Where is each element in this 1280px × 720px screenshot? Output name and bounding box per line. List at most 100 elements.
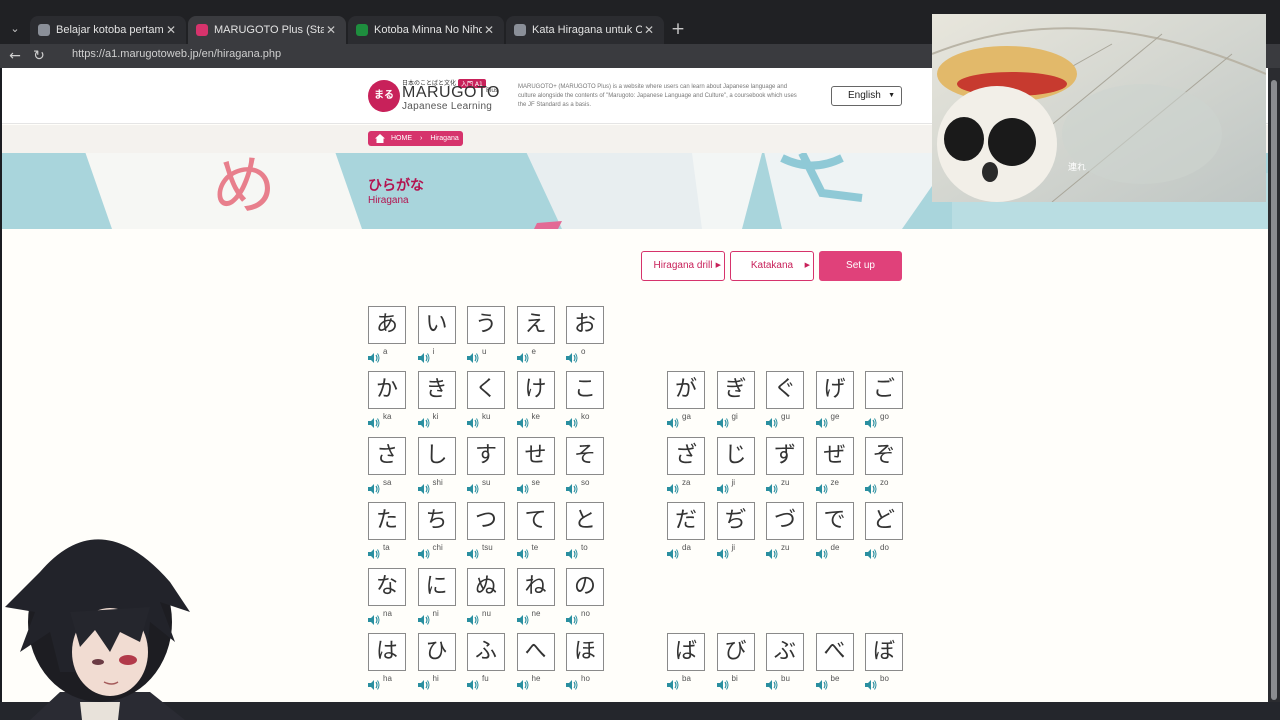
speaker-icon[interactable] (667, 413, 679, 429)
kana-character-button[interactable]: ぎ (716, 371, 755, 410)
kana-character-button[interactable]: づ (766, 502, 804, 541)
new-tab-button[interactable]: + (670, 20, 686, 38)
kana-character-button[interactable]: か (368, 371, 406, 410)
kana-character-button[interactable]: き (417, 371, 456, 410)
speaker-icon[interactable] (516, 348, 529, 363)
speaker-icon[interactable] (417, 348, 430, 363)
speaker-icon[interactable] (766, 675, 778, 690)
speaker-icon[interactable] (667, 544, 679, 560)
speaker-icon[interactable] (467, 675, 479, 690)
marugoto-logo-icon[interactable]: まる (368, 80, 400, 112)
kana-character-button[interactable]: だ (667, 502, 705, 541)
tab-search-chevron-icon[interactable]: ⌄ (6, 20, 24, 38)
speaker-icon[interactable] (716, 413, 729, 429)
speaker-icon[interactable] (566, 675, 578, 690)
speaker-icon[interactable] (467, 610, 479, 625)
speaker-icon[interactable] (467, 544, 479, 560)
speaker-icon[interactable] (368, 544, 380, 560)
speaker-icon[interactable] (467, 479, 479, 494)
speaker-icon[interactable] (865, 675, 877, 690)
close-tab-icon[interactable]: ✕ (324, 23, 338, 37)
kana-character-button[interactable]: え (516, 306, 555, 344)
katakana-button[interactable]: Katakana ▶ (730, 251, 814, 281)
kana-character-button[interactable]: に (417, 567, 456, 606)
speaker-icon[interactable] (815, 479, 828, 494)
speaker-icon[interactable] (516, 544, 529, 560)
speaker-icon[interactable] (368, 413, 380, 429)
kana-character-button[interactable]: ち (417, 502, 456, 541)
speaker-icon[interactable] (716, 479, 729, 494)
page-scrollbar[interactable] (1268, 68, 1280, 702)
kana-character-button[interactable]: ふ (467, 633, 505, 671)
kana-character-button[interactable]: じ (716, 436, 755, 475)
kana-character-button[interactable]: ぬ (467, 567, 505, 606)
kana-character-button[interactable]: ざ (667, 436, 705, 475)
tab-kotoba-minna[interactable]: Kotoba Minna No Nihongo Bab 1 ✕ (348, 16, 504, 44)
kana-character-button[interactable]: あ (368, 306, 406, 344)
kana-character-button[interactable]: う (467, 306, 505, 344)
speaker-icon[interactable] (667, 675, 679, 690)
kana-character-button[interactable]: と (566, 502, 604, 541)
speaker-icon[interactable] (566, 610, 578, 625)
kana-character-button[interactable]: ど (865, 502, 903, 541)
close-tab-icon[interactable]: ✕ (482, 23, 496, 37)
speaker-icon[interactable] (865, 544, 877, 560)
kana-character-button[interactable]: せ (516, 436, 555, 475)
kana-character-button[interactable]: て (516, 502, 555, 541)
address-bar[interactable]: https://a1.marugotoweb.jp/en/hiragana.ph… (72, 48, 281, 60)
kana-character-button[interactable]: な (368, 567, 406, 606)
speaker-icon[interactable] (566, 413, 578, 429)
speaker-icon[interactable] (516, 675, 529, 690)
kana-character-button[interactable]: へ (516, 633, 555, 671)
kana-character-button[interactable]: い (417, 306, 456, 344)
kana-character-button[interactable]: は (368, 633, 406, 671)
kana-character-button[interactable]: げ (815, 371, 854, 410)
kana-character-button[interactable]: ひ (417, 633, 456, 671)
kana-character-button[interactable]: び (716, 633, 755, 671)
tab-marugoto-plus[interactable]: MARUGOTO Plus (Starter A1) ✕ (188, 16, 346, 44)
kana-character-button[interactable]: ず (766, 436, 804, 475)
kana-character-button[interactable]: つ (467, 502, 505, 541)
kana-character-button[interactable]: こ (566, 371, 604, 410)
scrollbar-thumb[interactable] (1271, 80, 1277, 700)
speaker-icon[interactable] (368, 479, 380, 494)
speaker-icon[interactable] (467, 413, 479, 429)
speaker-icon[interactable] (417, 413, 430, 429)
kana-character-button[interactable]: ぐ (766, 371, 804, 410)
hiragana-drill-button[interactable]: Hiragana drill ▶ (641, 251, 725, 281)
speaker-icon[interactable] (516, 413, 529, 429)
kana-character-button[interactable]: ぢ (716, 502, 755, 541)
speaker-icon[interactable] (865, 479, 877, 494)
speaker-icon[interactable] (766, 413, 778, 429)
kana-character-button[interactable]: お (566, 306, 604, 344)
kana-character-button[interactable]: べ (815, 633, 854, 671)
kana-character-button[interactable]: ご (865, 371, 903, 410)
speaker-icon[interactable] (368, 348, 380, 363)
back-arrow-icon[interactable]: ← (6, 47, 24, 65)
reload-icon[interactable]: ↻ (30, 47, 48, 65)
speaker-icon[interactable] (716, 675, 729, 690)
speaker-icon[interactable] (566, 544, 578, 560)
speaker-icon[interactable] (566, 348, 578, 363)
video-overlay[interactable]: 連れ (932, 14, 1266, 202)
speaker-icon[interactable] (815, 413, 828, 429)
speaker-icon[interactable] (417, 675, 430, 690)
setup-button[interactable]: Set up (819, 251, 902, 281)
speaker-icon[interactable] (368, 610, 380, 625)
kana-character-button[interactable]: ば (667, 633, 705, 671)
speaker-icon[interactable] (368, 675, 380, 690)
kana-character-button[interactable]: ぜ (815, 436, 854, 475)
speaker-icon[interactable] (417, 544, 430, 560)
kana-character-button[interactable]: の (566, 567, 604, 606)
tab-belajar-kotoba[interactable]: Belajar kotoba pertama kali ✕ (30, 16, 186, 44)
tab-kata-hiragana[interactable]: Kata Hiragana untuk Copy-Paste ✕ (506, 16, 664, 44)
kana-character-button[interactable]: く (467, 371, 505, 410)
kana-character-button[interactable]: で (815, 502, 854, 541)
speaker-icon[interactable] (516, 479, 529, 494)
language-select[interactable]: English ▼ (831, 86, 902, 106)
speaker-icon[interactable] (467, 348, 479, 363)
speaker-icon[interactable] (815, 544, 828, 560)
home-icon[interactable] (375, 134, 385, 143)
speaker-icon[interactable] (766, 544, 778, 560)
kana-character-button[interactable]: し (417, 436, 456, 475)
